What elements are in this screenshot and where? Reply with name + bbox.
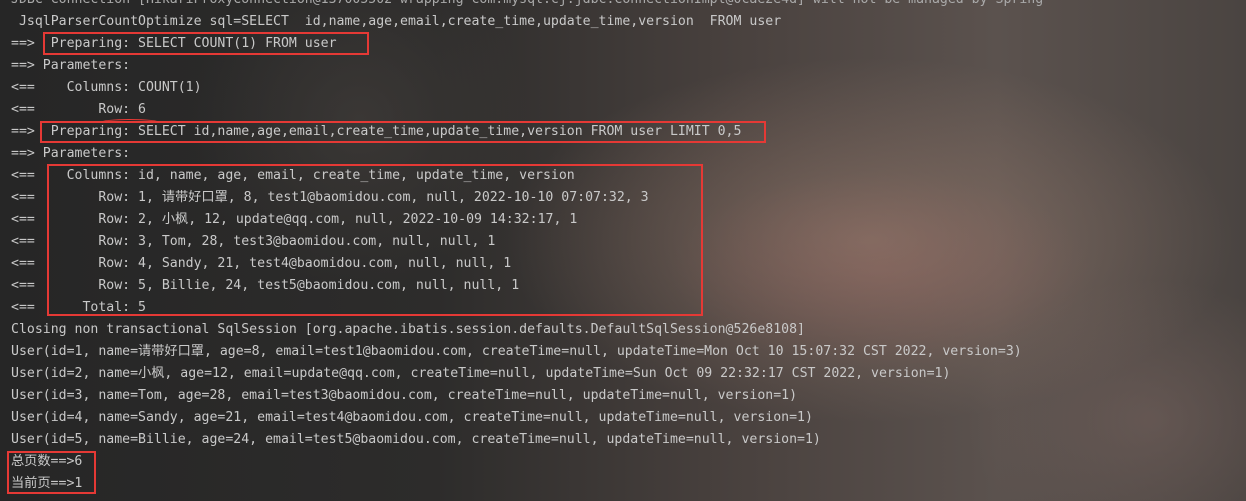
console-line-total: <== Total: 5	[11, 300, 146, 315]
console-line-closing-session: Closing non transactional SqlSession [or…	[11, 322, 805, 337]
console-line-count-optimize: JsqlParserCountOptimize sql=SELECT id,na…	[11, 14, 782, 29]
console-line-jdbc-connection: JDBC Connection [HikariProxyConnection@1…	[11, 0, 1241, 11]
console-line-columns: <== Columns: id, name, age, email, creat…	[11, 168, 575, 183]
console-line-row: <== Row: 2, 小枫, 12, update@qq.com, null,…	[11, 212, 578, 227]
console-line-user-record: User(id=5, name=Billie, age=24, email=te…	[11, 432, 821, 447]
console-line-parameters: ==> Parameters:	[11, 58, 139, 73]
console-line-total-pages: 总页数==>6	[11, 454, 83, 469]
console-line-parameters: ==> Parameters:	[11, 146, 139, 161]
console-output[interactable]: JDBC Connection [HikariProxyConnection@1…	[0, 0, 1246, 501]
console-line-current-page: 当前页==>1	[11, 476, 83, 491]
console-line-columns: <== Columns: COUNT(1)	[11, 80, 202, 95]
console-line-user-record: User(id=3, name=Tom, age=28, email=test3…	[11, 388, 798, 403]
console-line-preparing-select: ==> Preparing: SELECT id,name,age,email,…	[11, 124, 742, 139]
console-line-row: <== Row: 6	[11, 102, 146, 117]
console-line-row: <== Row: 4, Sandy, 21, test4@baomidou.co…	[11, 256, 512, 271]
console-line-user-record: User(id=1, name=请带好口罩, age=8, email=test…	[11, 344, 1022, 359]
console-line-preparing-count: ==> Preparing: SELECT COUNT(1) FROM user	[11, 36, 337, 51]
console-line-row: <== Row: 3, Tom, 28, test3@baomidou.com,…	[11, 234, 496, 249]
console-line-user-record: User(id=4, name=Sandy, age=21, email=tes…	[11, 410, 813, 425]
console-line-user-record: User(id=2, name=小枫, age=12, email=update…	[11, 366, 951, 381]
console-line-row: <== Row: 1, 请带好口罩, 8, test1@baomidou.com…	[11, 190, 649, 205]
console-line-row: <== Row: 5, Billie, 24, test5@baomidou.c…	[11, 278, 520, 293]
